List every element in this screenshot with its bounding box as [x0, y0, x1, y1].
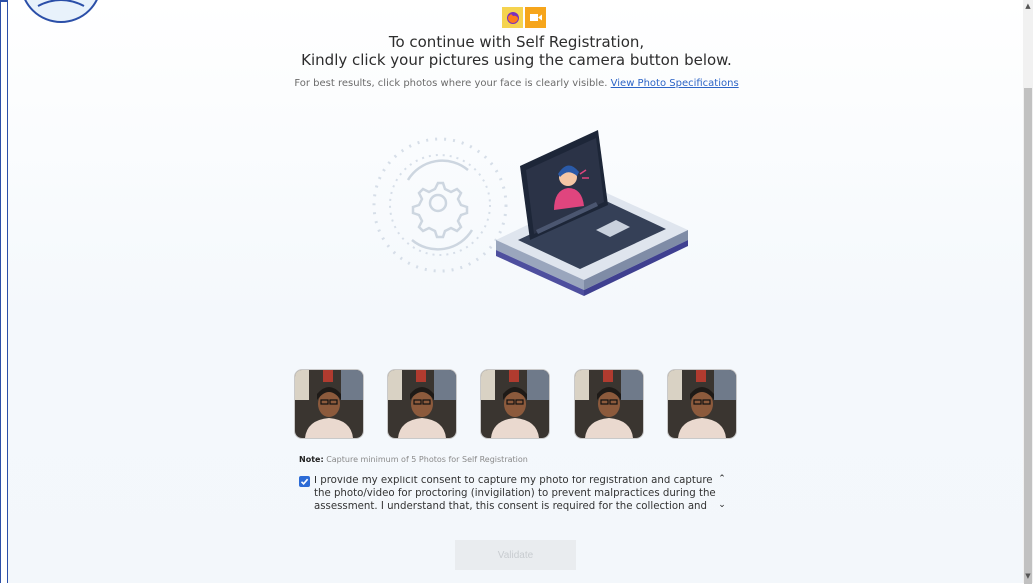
- page-scrollbar[interactable]: ▲ ▼: [1023, 0, 1033, 584]
- captured-photos-strip: [295, 370, 740, 440]
- captured-photo-3[interactable]: [481, 370, 549, 438]
- view-photo-specifications-link[interactable]: View Photo Specifications: [611, 78, 739, 89]
- captured-photo-2[interactable]: [388, 370, 456, 438]
- photo-note: Note: Capture minimum of 5 Photos for Se…: [299, 455, 528, 464]
- page-title-line1: To continue with Self Registration,: [388, 33, 645, 51]
- chevron-down-icon[interactable]: ⌄: [716, 500, 728, 510]
- consent-text: I provide my explicit consent to capture…: [314, 476, 716, 512]
- scroll-up-icon[interactable]: ▲: [1023, 2, 1033, 10]
- note-label: Note:: [299, 455, 324, 464]
- laptop-illustration: [372, 130, 688, 296]
- consent-checkbox[interactable]: [299, 476, 310, 487]
- scroll-down-icon[interactable]: ▼: [1023, 572, 1033, 580]
- sharing-indicator: [502, 7, 546, 29]
- chevron-up-icon[interactable]: ⌃: [716, 474, 728, 484]
- validate-button[interactable]: Validate: [455, 540, 576, 570]
- page-title-line2: Kindly click your pictures using the cam…: [301, 51, 732, 69]
- checkmark-icon: [300, 478, 309, 485]
- photo-hint: For best results, click photos where you…: [0, 78, 1033, 89]
- firefox-icon: [502, 7, 523, 28]
- note-text: Capture minimum of 5 Photos for Self Reg…: [326, 455, 528, 464]
- consent-scrollbar[interactable]: ⌃ ⌄: [716, 474, 728, 514]
- hint-text: For best results, click photos where you…: [294, 78, 608, 89]
- captured-photo-4[interactable]: [575, 370, 643, 438]
- logo-icon: [24, 0, 98, 23]
- captured-photo-1[interactable]: [295, 370, 363, 438]
- captured-photo-5[interactable]: [668, 370, 736, 438]
- scroll-thumb[interactable]: [1024, 88, 1032, 584]
- settings-gear-icon: [372, 137, 508, 273]
- consent-box: I provide my explicit consent to capture…: [299, 476, 739, 512]
- camera-sharing-icon: [525, 7, 546, 28]
